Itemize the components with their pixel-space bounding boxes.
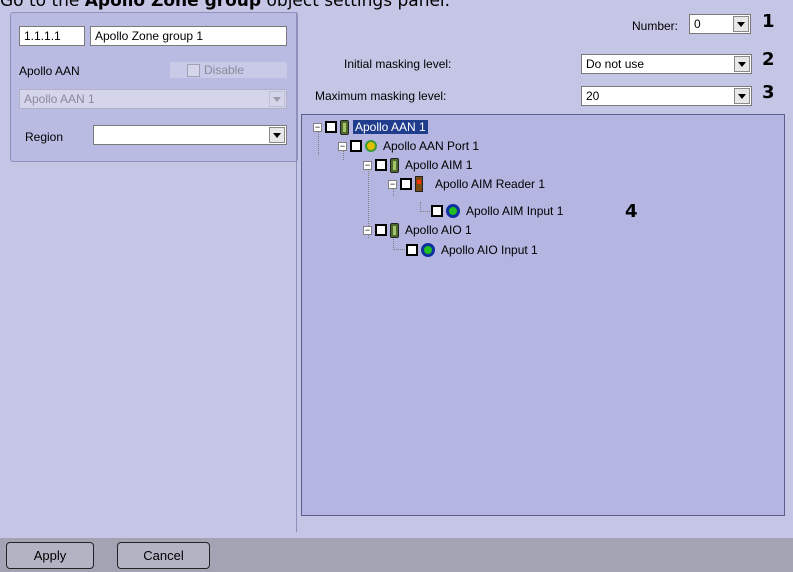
region-label: Region — [25, 130, 64, 144]
disable-checkbox-box[interactable] — [187, 63, 200, 77]
tree-connector — [420, 211, 430, 212]
tree-connector — [393, 249, 405, 250]
object-id-field[interactable]: 1.1.1.1 — [19, 26, 85, 46]
aan-label: Apollo AAN — [19, 64, 80, 78]
tree-checkbox[interactable] — [431, 205, 443, 217]
maximum-masking-value: 20 — [586, 89, 600, 103]
collapse-icon[interactable]: − — [363, 225, 372, 235]
tree-checkbox[interactable] — [325, 121, 337, 133]
chevron-down-icon — [734, 88, 750, 104]
controller-icon — [390, 157, 399, 173]
maximum-masking-select[interactable]: 20 — [581, 86, 752, 106]
initial-masking-select[interactable]: Do not use — [581, 54, 752, 74]
controller-icon — [340, 119, 349, 135]
tree-node-aio[interactable]: − Apollo AIO 1 — [363, 221, 474, 239]
controller-icon — [390, 222, 399, 238]
tree-node-aim-reader[interactable]: − Apollo AIM Reader 1 — [388, 175, 547, 193]
collapse-icon[interactable]: − — [388, 179, 397, 189]
aan-select-value: Apollo AAN 1 — [24, 92, 95, 106]
device-tree[interactable]: − Apollo AAN 1 − Apollo AAN Port 1 − Apo… — [301, 114, 785, 516]
tree-node-label: Apollo AAN Port 1 — [383, 139, 480, 153]
number-label: Number: — [632, 19, 679, 33]
reader-icon — [415, 176, 423, 192]
tree-node-aan[interactable]: − Apollo AAN 1 — [313, 118, 428, 136]
tree-node-aan-port[interactable]: − Apollo AAN Port 1 — [338, 137, 481, 155]
initial-masking-label: Initial masking level: — [344, 57, 452, 71]
tree-node-label: Apollo AIM 1 — [405, 158, 473, 172]
panel-divider — [296, 12, 297, 532]
object-name-field[interactable]: Apollo Zone group 1 — [90, 26, 287, 46]
input-icon — [421, 243, 435, 257]
collapse-icon[interactable]: − — [363, 160, 372, 170]
number-select[interactable]: 0 — [689, 14, 751, 34]
callout-4: 4 — [625, 201, 638, 222]
disable-checkbox[interactable]: Disable — [170, 62, 287, 78]
callout-3: 3 — [762, 82, 775, 103]
callout-1: 1 — [762, 11, 775, 32]
maximum-masking-label: Maximum masking level: — [315, 89, 447, 103]
chevron-down-icon — [733, 16, 749, 32]
cancel-button[interactable]: Cancel — [117, 542, 210, 569]
collapse-icon[interactable]: − — [338, 141, 347, 151]
tree-node-label: Apollo AIO Input 1 — [441, 243, 538, 257]
port-icon — [365, 140, 377, 152]
tree-checkbox[interactable] — [400, 178, 412, 190]
tree-checkbox[interactable] — [350, 140, 362, 152]
tree-checkbox[interactable] — [375, 224, 387, 236]
number-select-value: 0 — [694, 17, 701, 31]
chevron-down-icon — [734, 56, 750, 72]
chevron-down-icon — [269, 91, 285, 107]
region-select[interactable] — [93, 125, 287, 145]
tree-node-label: Apollo AIM Input 1 — [466, 204, 564, 218]
caption-text: Go to the Apollo Zone group object setti… — [0, 0, 451, 11]
tree-node-label: Apollo AAN 1 — [353, 120, 428, 134]
tree-node-label: Apollo AIO 1 — [405, 223, 472, 237]
callout-2: 2 — [762, 49, 775, 70]
tree-checkbox[interactable] — [375, 159, 387, 171]
input-icon — [446, 204, 460, 218]
disable-label: Disable — [204, 63, 245, 77]
initial-masking-value: Do not use — [586, 57, 645, 71]
tree-node-label: Apollo AIM Reader 1 — [435, 177, 546, 191]
tree-node-aim[interactable]: − Apollo AIM 1 — [363, 156, 474, 174]
tree-node-aim-input[interactable]: Apollo AIM Input 1 — [431, 202, 565, 220]
chevron-down-icon — [269, 127, 285, 143]
apply-button[interactable]: Apply — [6, 542, 94, 569]
tree-checkbox[interactable] — [406, 244, 418, 256]
tree-node-aio-input[interactable]: Apollo AIO Input 1 — [406, 241, 540, 259]
collapse-icon[interactable]: − — [313, 122, 322, 132]
aan-select[interactable]: Apollo AAN 1 — [19, 89, 287, 109]
